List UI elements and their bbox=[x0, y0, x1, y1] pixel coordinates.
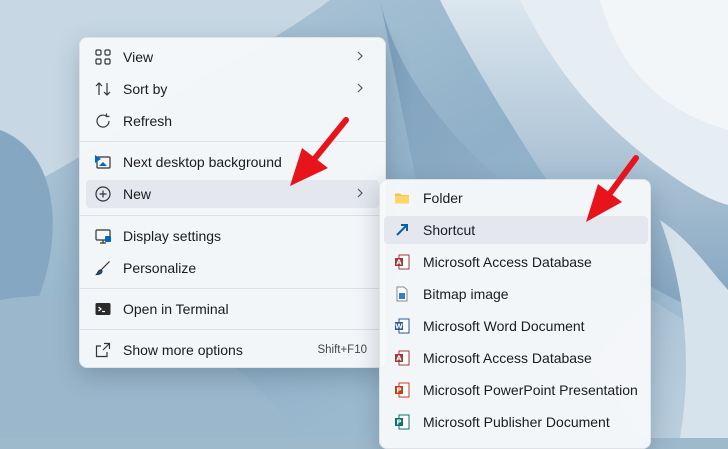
new-icon bbox=[95, 186, 111, 202]
menu-item-label: View bbox=[123, 49, 154, 65]
menu-item-next-desktop-background[interactable]: Next desktop background bbox=[86, 148, 379, 176]
submenu-item-label: Shortcut bbox=[423, 222, 476, 238]
menu-item-label: Refresh bbox=[123, 113, 173, 129]
display-icon bbox=[95, 229, 111, 244]
submenu-item-access-database[interactable]: A Microsoft Access Database bbox=[384, 248, 648, 276]
word-icon: W bbox=[395, 318, 410, 334]
separator bbox=[80, 215, 385, 216]
submenu-item-label: Microsoft Word Document bbox=[423, 318, 585, 334]
chevron-right-icon bbox=[357, 188, 363, 198]
brush-icon bbox=[95, 261, 110, 276]
svg-text:A: A bbox=[396, 355, 402, 363]
menu-item-show-more-options[interactable]: Show more options Shift+F10 bbox=[86, 336, 379, 364]
new-submenu: Folder Shortcut A Microsoft Access Datab… bbox=[379, 179, 651, 449]
submenu-item-label: Folder bbox=[423, 190, 463, 206]
grid-icon bbox=[95, 49, 111, 65]
submenu-item-bitmap-image[interactable]: Bitmap image bbox=[384, 280, 648, 308]
access-icon: A bbox=[395, 350, 410, 366]
publisher-icon: P bbox=[395, 414, 410, 430]
menu-item-label: Open in Terminal bbox=[123, 301, 229, 317]
share-icon bbox=[95, 342, 111, 358]
keyboard-shortcut: Shift+F10 bbox=[317, 344, 367, 356]
svg-text:P: P bbox=[396, 387, 401, 395]
menu-item-open-in-terminal[interactable]: Open in Terminal bbox=[86, 295, 379, 323]
svg-text:P: P bbox=[396, 419, 401, 427]
menu-item-display-settings[interactable]: Display settings bbox=[86, 222, 379, 250]
submenu-item-shortcut[interactable]: Shortcut bbox=[384, 216, 648, 244]
separator bbox=[80, 329, 385, 330]
bitmap-icon bbox=[396, 286, 408, 302]
folder-icon bbox=[395, 193, 409, 204]
powerpoint-icon: P bbox=[395, 382, 410, 398]
menu-item-refresh[interactable]: Refresh bbox=[86, 107, 379, 135]
menu-item-view[interactable]: View bbox=[86, 43, 379, 71]
separator bbox=[80, 141, 385, 142]
chevron-right-icon bbox=[357, 51, 363, 61]
submenu-item-word-document[interactable]: W Microsoft Word Document bbox=[384, 312, 648, 340]
menu-item-label: Personalize bbox=[123, 260, 197, 276]
submenu-item-powerpoint-presentation[interactable]: P Microsoft PowerPoint Presentation bbox=[384, 376, 648, 404]
menu-item-personalize[interactable]: Personalize bbox=[86, 254, 379, 282]
submenu-item-label: Bitmap image bbox=[423, 286, 509, 302]
menu-item-label: Show more options bbox=[123, 342, 243, 358]
sort-icon bbox=[95, 82, 111, 96]
separator bbox=[80, 288, 385, 289]
submenu-item-label: Microsoft PowerPoint Presentation bbox=[423, 382, 638, 398]
menu-item-label: Sort by bbox=[123, 81, 168, 97]
submenu-item-label: Microsoft Access Database bbox=[423, 350, 592, 366]
svg-text:W: W bbox=[395, 323, 403, 331]
submenu-item-label: Microsoft Publisher Document bbox=[423, 414, 610, 430]
submenu-item-label: Microsoft Access Database bbox=[423, 254, 592, 270]
menu-item-sort-by[interactable]: Sort by bbox=[86, 75, 379, 103]
submenu-item-access-database-2[interactable]: A Microsoft Access Database bbox=[384, 344, 648, 372]
menu-item-label: Display settings bbox=[123, 228, 222, 244]
submenu-item-folder[interactable]: Folder bbox=[384, 184, 648, 212]
terminal-icon bbox=[95, 303, 111, 315]
menu-item-new[interactable]: New bbox=[86, 180, 379, 208]
chevron-right-icon bbox=[357, 83, 363, 93]
shortcut-icon bbox=[396, 224, 408, 236]
menu-item-label: Next desktop background bbox=[123, 154, 282, 170]
refresh-icon bbox=[96, 113, 110, 128]
context-menu: View Sort by Refresh Next desktop backgr… bbox=[79, 37, 386, 368]
submenu-item-publisher-document[interactable]: P Microsoft Publisher Document bbox=[384, 408, 648, 436]
access-icon: A bbox=[395, 254, 410, 270]
svg-text:A: A bbox=[396, 259, 402, 267]
menu-item-label: New bbox=[123, 186, 152, 202]
next-background-icon bbox=[95, 155, 111, 169]
